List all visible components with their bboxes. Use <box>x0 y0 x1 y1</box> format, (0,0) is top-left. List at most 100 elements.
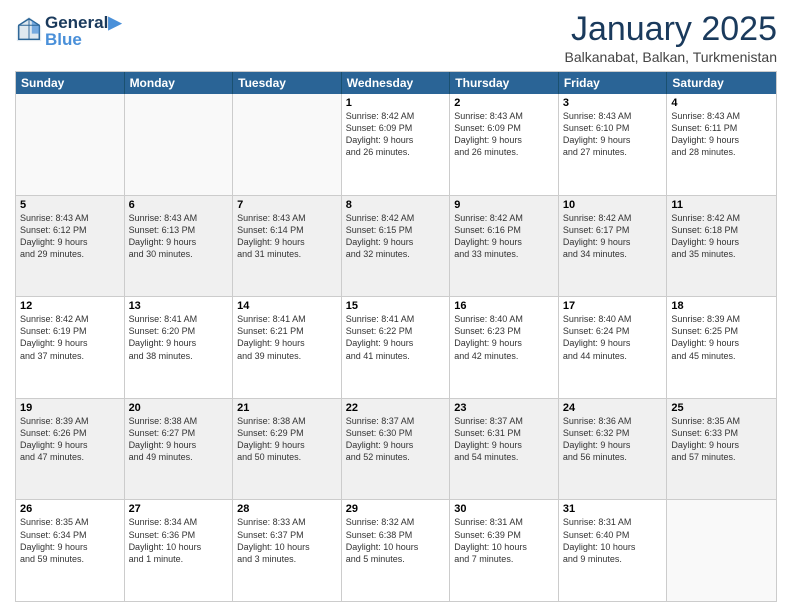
calendar-row-4: 26Sunrise: 8:35 AM Sunset: 6:34 PM Dayli… <box>16 499 776 601</box>
day-cell-7: 7Sunrise: 8:43 AM Sunset: 6:14 PM Daylig… <box>233 196 342 297</box>
day-info: Sunrise: 8:35 AM Sunset: 6:34 PM Dayligh… <box>20 516 120 565</box>
calendar-row-0: 1Sunrise: 8:42 AM Sunset: 6:09 PM Daylig… <box>16 94 776 195</box>
calendar-row-2: 12Sunrise: 8:42 AM Sunset: 6:19 PM Dayli… <box>16 296 776 398</box>
day-info: Sunrise: 8:43 AM Sunset: 6:12 PM Dayligh… <box>20 212 120 261</box>
day-number: 31 <box>563 503 663 515</box>
day-info: Sunrise: 8:43 AM Sunset: 6:13 PM Dayligh… <box>129 212 229 261</box>
day-info: Sunrise: 8:38 AM Sunset: 6:29 PM Dayligh… <box>237 415 337 464</box>
day-info: Sunrise: 8:42 AM Sunset: 6:15 PM Dayligh… <box>346 212 446 261</box>
day-cell-26: 26Sunrise: 8:35 AM Sunset: 6:34 PM Dayli… <box>16 500 125 601</box>
day-info: Sunrise: 8:31 AM Sunset: 6:39 PM Dayligh… <box>454 516 554 565</box>
day-info: Sunrise: 8:40 AM Sunset: 6:24 PM Dayligh… <box>563 313 663 362</box>
day-info: Sunrise: 8:43 AM Sunset: 6:11 PM Dayligh… <box>671 110 772 159</box>
day-info: Sunrise: 8:41 AM Sunset: 6:20 PM Dayligh… <box>129 313 229 362</box>
day-info: Sunrise: 8:39 AM Sunset: 6:25 PM Dayligh… <box>671 313 772 362</box>
day-cell-21: 21Sunrise: 8:38 AM Sunset: 6:29 PM Dayli… <box>233 399 342 500</box>
day-cell-17: 17Sunrise: 8:40 AM Sunset: 6:24 PM Dayli… <box>559 297 668 398</box>
weekday-header-wednesday: Wednesday <box>342 72 451 94</box>
day-number: 24 <box>563 402 663 414</box>
logo: General▶ Blue <box>15 14 121 48</box>
weekday-header-saturday: Saturday <box>667 72 776 94</box>
day-number: 18 <box>671 300 772 312</box>
day-info: Sunrise: 8:43 AM Sunset: 6:10 PM Dayligh… <box>563 110 663 159</box>
day-cell-11: 11Sunrise: 8:42 AM Sunset: 6:18 PM Dayli… <box>667 196 776 297</box>
day-info: Sunrise: 8:37 AM Sunset: 6:30 PM Dayligh… <box>346 415 446 464</box>
day-number: 26 <box>20 503 120 515</box>
logo-icon <box>15 15 43 43</box>
empty-cell-0-2 <box>233 94 342 195</box>
day-number: 2 <box>454 97 554 109</box>
day-cell-6: 6Sunrise: 8:43 AM Sunset: 6:13 PM Daylig… <box>125 196 234 297</box>
day-info: Sunrise: 8:38 AM Sunset: 6:27 PM Dayligh… <box>129 415 229 464</box>
weekday-header-thursday: Thursday <box>450 72 559 94</box>
day-number: 17 <box>563 300 663 312</box>
day-number: 30 <box>454 503 554 515</box>
day-info: Sunrise: 8:36 AM Sunset: 6:32 PM Dayligh… <box>563 415 663 464</box>
day-number: 28 <box>237 503 337 515</box>
day-info: Sunrise: 8:42 AM Sunset: 6:19 PM Dayligh… <box>20 313 120 362</box>
day-cell-13: 13Sunrise: 8:41 AM Sunset: 6:20 PM Dayli… <box>125 297 234 398</box>
day-cell-5: 5Sunrise: 8:43 AM Sunset: 6:12 PM Daylig… <box>16 196 125 297</box>
day-info: Sunrise: 8:42 AM Sunset: 6:16 PM Dayligh… <box>454 212 554 261</box>
day-number: 20 <box>129 402 229 414</box>
day-cell-4: 4Sunrise: 8:43 AM Sunset: 6:11 PM Daylig… <box>667 94 776 195</box>
day-cell-30: 30Sunrise: 8:31 AM Sunset: 6:39 PM Dayli… <box>450 500 559 601</box>
day-cell-19: 19Sunrise: 8:39 AM Sunset: 6:26 PM Dayli… <box>16 399 125 500</box>
day-number: 14 <box>237 300 337 312</box>
day-number: 12 <box>20 300 120 312</box>
day-cell-14: 14Sunrise: 8:41 AM Sunset: 6:21 PM Dayli… <box>233 297 342 398</box>
day-number: 1 <box>346 97 446 109</box>
day-cell-29: 29Sunrise: 8:32 AM Sunset: 6:38 PM Dayli… <box>342 500 451 601</box>
logo-line1: General▶ <box>45 14 121 31</box>
location: Balkanabat, Balkan, Turkmenistan <box>565 49 777 65</box>
day-number: 15 <box>346 300 446 312</box>
day-cell-16: 16Sunrise: 8:40 AM Sunset: 6:23 PM Dayli… <box>450 297 559 398</box>
calendar-body: 1Sunrise: 8:42 AM Sunset: 6:09 PM Daylig… <box>16 94 776 601</box>
day-number: 29 <box>346 503 446 515</box>
day-number: 19 <box>20 402 120 414</box>
day-info: Sunrise: 8:31 AM Sunset: 6:40 PM Dayligh… <box>563 516 663 565</box>
day-info: Sunrise: 8:41 AM Sunset: 6:21 PM Dayligh… <box>237 313 337 362</box>
day-info: Sunrise: 8:42 AM Sunset: 6:18 PM Dayligh… <box>671 212 772 261</box>
day-cell-22: 22Sunrise: 8:37 AM Sunset: 6:30 PM Dayli… <box>342 399 451 500</box>
day-cell-10: 10Sunrise: 8:42 AM Sunset: 6:17 PM Dayli… <box>559 196 668 297</box>
month-title: January 2025 <box>565 10 777 49</box>
day-cell-24: 24Sunrise: 8:36 AM Sunset: 6:32 PM Dayli… <box>559 399 668 500</box>
calendar: SundayMondayTuesdayWednesdayThursdayFrid… <box>15 71 777 602</box>
empty-cell-0-0 <box>16 94 125 195</box>
day-info: Sunrise: 8:37 AM Sunset: 6:31 PM Dayligh… <box>454 415 554 464</box>
weekday-header-monday: Monday <box>125 72 234 94</box>
day-number: 8 <box>346 199 446 211</box>
day-info: Sunrise: 8:39 AM Sunset: 6:26 PM Dayligh… <box>20 415 120 464</box>
day-number: 25 <box>671 402 772 414</box>
calendar-header: SundayMondayTuesdayWednesdayThursdayFrid… <box>16 72 776 94</box>
weekday-header-tuesday: Tuesday <box>233 72 342 94</box>
day-info: Sunrise: 8:32 AM Sunset: 6:38 PM Dayligh… <box>346 516 446 565</box>
calendar-row-1: 5Sunrise: 8:43 AM Sunset: 6:12 PM Daylig… <box>16 195 776 297</box>
day-info: Sunrise: 8:34 AM Sunset: 6:36 PM Dayligh… <box>129 516 229 565</box>
day-number: 13 <box>129 300 229 312</box>
day-number: 22 <box>346 402 446 414</box>
day-cell-20: 20Sunrise: 8:38 AM Sunset: 6:27 PM Dayli… <box>125 399 234 500</box>
day-info: Sunrise: 8:42 AM Sunset: 6:17 PM Dayligh… <box>563 212 663 261</box>
day-cell-27: 27Sunrise: 8:34 AM Sunset: 6:36 PM Dayli… <box>125 500 234 601</box>
day-cell-1: 1Sunrise: 8:42 AM Sunset: 6:09 PM Daylig… <box>342 94 451 195</box>
day-number: 23 <box>454 402 554 414</box>
day-number: 7 <box>237 199 337 211</box>
day-number: 21 <box>237 402 337 414</box>
day-number: 6 <box>129 199 229 211</box>
day-number: 11 <box>671 199 772 211</box>
day-cell-15: 15Sunrise: 8:41 AM Sunset: 6:22 PM Dayli… <box>342 297 451 398</box>
header: General▶ Blue January 2025 Balkanabat, B… <box>15 10 777 65</box>
day-cell-8: 8Sunrise: 8:42 AM Sunset: 6:15 PM Daylig… <box>342 196 451 297</box>
day-cell-2: 2Sunrise: 8:43 AM Sunset: 6:09 PM Daylig… <box>450 94 559 195</box>
empty-cell-0-1 <box>125 94 234 195</box>
day-number: 5 <box>20 199 120 211</box>
day-cell-9: 9Sunrise: 8:42 AM Sunset: 6:16 PM Daylig… <box>450 196 559 297</box>
day-cell-18: 18Sunrise: 8:39 AM Sunset: 6:25 PM Dayli… <box>667 297 776 398</box>
day-info: Sunrise: 8:33 AM Sunset: 6:37 PM Dayligh… <box>237 516 337 565</box>
day-info: Sunrise: 8:40 AM Sunset: 6:23 PM Dayligh… <box>454 313 554 362</box>
day-info: Sunrise: 8:35 AM Sunset: 6:33 PM Dayligh… <box>671 415 772 464</box>
day-cell-12: 12Sunrise: 8:42 AM Sunset: 6:19 PM Dayli… <box>16 297 125 398</box>
title-block: January 2025 Balkanabat, Balkan, Turkmen… <box>565 10 777 65</box>
